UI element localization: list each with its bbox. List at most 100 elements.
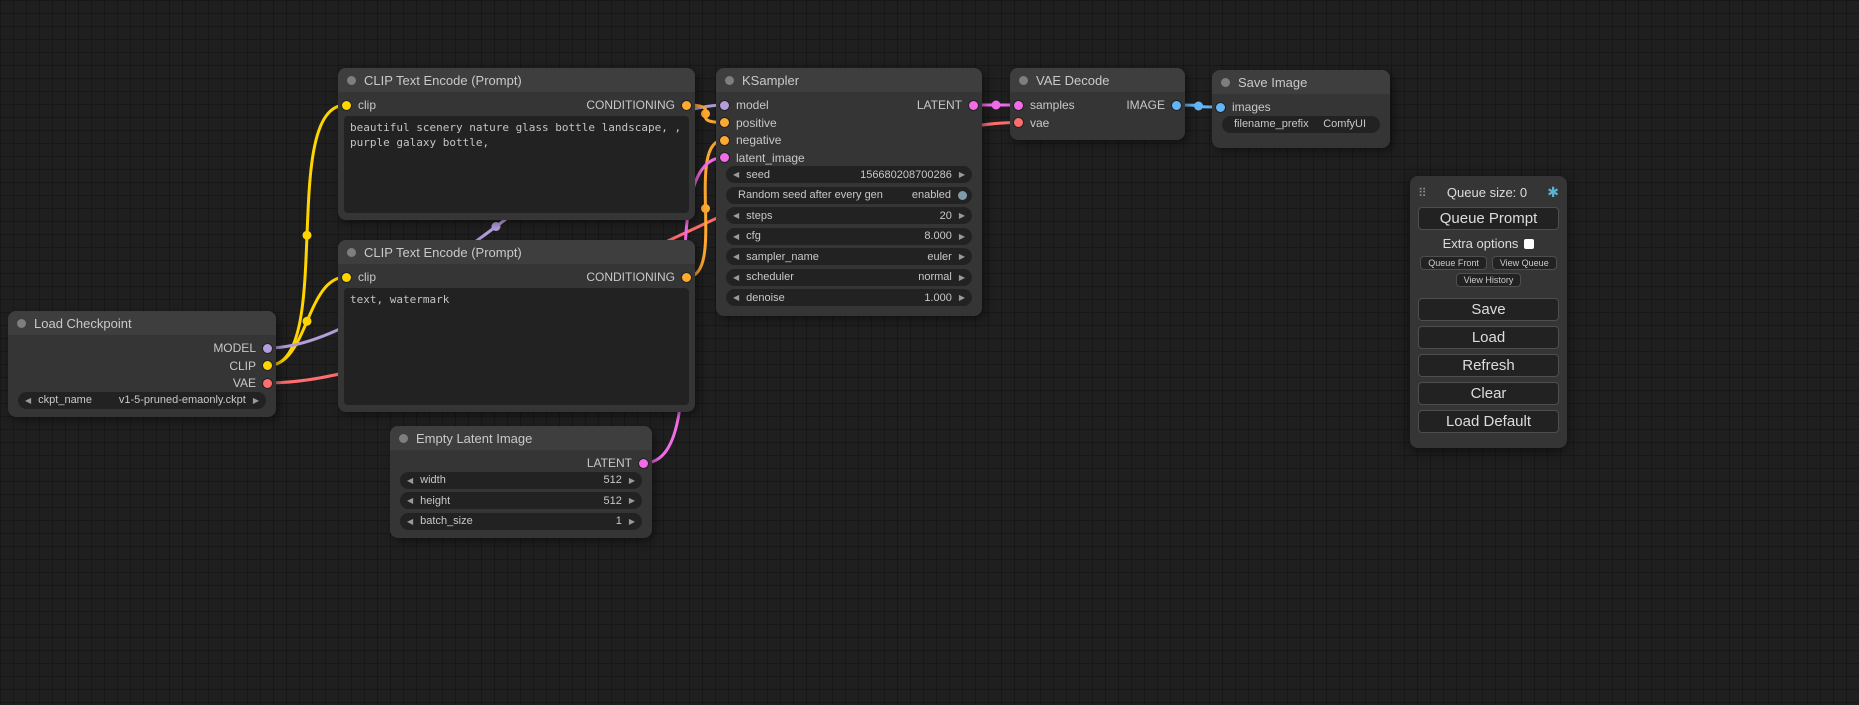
view-queue-button[interactable]: View Queue	[1492, 256, 1557, 270]
widget-cfg[interactable]: ◀cfg8.000▶	[726, 228, 972, 245]
collapse-dot-icon[interactable]	[1221, 78, 1230, 87]
decrement-arrow-icon[interactable]: ◀	[726, 232, 746, 241]
increment-arrow-icon[interactable]: ▶	[622, 476, 642, 485]
node-4-ksampler[interactable]: KSamplermodelpositivenegativelatent_imag…	[716, 68, 982, 316]
input-dot-clip[interactable]	[342, 101, 351, 110]
refresh-button[interactable]: Refresh	[1418, 354, 1559, 377]
node-title-bar[interactable]: Load Checkpoint	[8, 311, 276, 335]
input-dot-latent-image[interactable]	[720, 153, 729, 162]
widget-label: cfg	[746, 230, 761, 242]
node-2-clip-text-encode-prompt[interactable]: CLIP Text Encode (Prompt)clipCONDITIONIN…	[338, 240, 695, 412]
collapse-dot-icon[interactable]	[399, 434, 408, 443]
widget-filename-prefix[interactable]: filename_prefixComfyUI	[1222, 116, 1380, 133]
node-title-bar[interactable]: CLIP Text Encode (Prompt)	[338, 240, 695, 264]
toggle-indicator-icon[interactable]	[958, 191, 967, 200]
widget-width[interactable]: ◀width512▶	[400, 472, 642, 489]
prompt-textarea[interactable]: text, watermark	[344, 288, 689, 406]
widget-value: normal	[918, 271, 952, 283]
load-button[interactable]: Load	[1418, 326, 1559, 349]
settings-gear-icon[interactable]: ✱	[1547, 184, 1559, 201]
view-history-button[interactable]: View History	[1456, 273, 1522, 287]
node-title-bar[interactable]: Save Image	[1212, 70, 1390, 94]
queue-front-button[interactable]: Queue Front	[1420, 256, 1487, 270]
decrement-arrow-icon[interactable]: ◀	[726, 252, 746, 261]
save-button[interactable]: Save	[1418, 298, 1559, 321]
input-dot-positive[interactable]	[720, 118, 729, 127]
widget-random-seed-after-every-gen[interactable]: Random seed after every genenabled	[726, 187, 972, 204]
increment-arrow-icon[interactable]: ▶	[952, 273, 972, 282]
increment-arrow-icon[interactable]: ▶	[952, 232, 972, 241]
widget-label: batch_size	[420, 515, 473, 527]
decrement-arrow-icon[interactable]: ◀	[726, 293, 746, 302]
increment-arrow-icon[interactable]: ▶	[622, 517, 642, 526]
node-6-save-image[interactable]: Save Image images filename_prefixComfyUI	[1212, 70, 1390, 148]
widget-batch-size[interactable]: ◀batch_size1▶	[400, 513, 642, 530]
decrement-arrow-icon[interactable]: ◀	[400, 476, 420, 485]
output-dot-model[interactable]	[263, 344, 272, 353]
widget-ckpt-name[interactable]: ◀ckpt_namev1-5-pruned-emaonly.ckpt▶	[18, 392, 266, 409]
queue-size-label: Queue size: 0	[1447, 185, 1527, 200]
input-dot-negative[interactable]	[720, 136, 729, 145]
widget-seed[interactable]: ◀seed156680208700286▶	[726, 166, 972, 183]
widget-label: width	[420, 474, 446, 486]
output-dot-conditioning[interactable]	[682, 101, 691, 110]
node-title-bar[interactable]: VAE Decode	[1010, 68, 1185, 92]
input-slot-clip: clip	[342, 270, 376, 284]
input-dot-model[interactable]	[720, 101, 729, 110]
output-dot-clip[interactable]	[263, 361, 272, 370]
node-5-vae-decode[interactable]: VAE DecodesamplesvaeIMAGE	[1010, 68, 1185, 140]
clear-button[interactable]: Clear	[1418, 382, 1559, 405]
output-dot-vae[interactable]	[263, 379, 272, 388]
node-title-bar[interactable]: Empty Latent Image	[390, 426, 652, 450]
input-dot-vae[interactable]	[1014, 118, 1023, 127]
widget-denoise[interactable]: ◀denoise1.000▶	[726, 289, 972, 306]
node-title-bar[interactable]: CLIP Text Encode (Prompt)	[338, 68, 695, 92]
increment-arrow-icon[interactable]: ▶	[952, 293, 972, 302]
node-title: Load Checkpoint	[34, 316, 132, 331]
input-dot-images[interactable]	[1216, 103, 1225, 112]
input-label: images	[1232, 100, 1271, 114]
collapse-dot-icon[interactable]	[347, 248, 356, 257]
collapse-dot-icon[interactable]	[725, 76, 734, 85]
increment-arrow-icon[interactable]: ▶	[952, 252, 972, 261]
queue-panel: ⠿ Queue size: 0 ✱ Queue Prompt Extra opt…	[1410, 176, 1567, 448]
extra-options-checkbox[interactable]	[1524, 239, 1534, 249]
node-3-empty-latent-image[interactable]: Empty Latent ImageLATENT◀width512▶◀heigh…	[390, 426, 652, 538]
decrement-arrow-icon[interactable]: ◀	[726, 170, 746, 179]
widget-steps[interactable]: ◀steps20▶	[726, 207, 972, 224]
decrement-arrow-icon[interactable]: ◀	[726, 211, 746, 220]
widget-scheduler[interactable]: ◀schedulernormal▶	[726, 269, 972, 286]
increment-arrow-icon[interactable]: ▶	[952, 211, 972, 220]
node-0-load-checkpoint[interactable]: Load CheckpointMODELCLIPVAE◀ckpt_namev1-…	[8, 311, 276, 417]
increment-arrow-icon[interactable]: ▶	[952, 170, 972, 179]
node-title-bar[interactable]: KSampler	[716, 68, 982, 92]
decrement-arrow-icon[interactable]: ◀	[726, 273, 746, 282]
increment-arrow-icon[interactable]: ▶	[622, 496, 642, 505]
input-slot-clip: clip	[342, 98, 376, 112]
prompt-textarea[interactable]: beautiful scenery nature glass bottle la…	[344, 116, 689, 214]
collapse-dot-icon[interactable]	[347, 76, 356, 85]
extra-options-row: Extra options	[1418, 236, 1559, 251]
widget-height[interactable]: ◀height512▶	[400, 492, 642, 509]
collapse-dot-icon[interactable]	[17, 319, 26, 328]
node-1-clip-text-encode-prompt[interactable]: CLIP Text Encode (Prompt)clipCONDITIONIN…	[338, 68, 695, 220]
collapse-dot-icon[interactable]	[1019, 76, 1028, 85]
input-dot-samples[interactable]	[1014, 101, 1023, 110]
widget-label: denoise	[746, 292, 785, 304]
output-dot-conditioning[interactable]	[682, 273, 691, 282]
node-title: Save Image	[1238, 75, 1307, 90]
queue-prompt-button[interactable]: Queue Prompt	[1418, 207, 1559, 230]
decrement-arrow-icon[interactable]: ◀	[18, 396, 38, 405]
decrement-arrow-icon[interactable]: ◀	[400, 517, 420, 526]
output-dot-image[interactable]	[1172, 101, 1181, 110]
load-default-button[interactable]: Load Default	[1418, 410, 1559, 433]
drag-handle-icon[interactable]: ⠿	[1418, 186, 1427, 200]
output-dot-latent[interactable]	[639, 459, 648, 468]
node-graph-canvas[interactable]: Load CheckpointMODELCLIPVAE◀ckpt_namev1-…	[0, 0, 1859, 705]
input-dot-clip[interactable]	[342, 273, 351, 282]
widget-sampler-name[interactable]: ◀sampler_nameeuler▶	[726, 248, 972, 265]
increment-arrow-icon[interactable]: ▶	[246, 396, 266, 405]
output-slot-image: IMAGE	[1126, 98, 1181, 112]
decrement-arrow-icon[interactable]: ◀	[400, 496, 420, 505]
output-dot-latent[interactable]	[969, 101, 978, 110]
